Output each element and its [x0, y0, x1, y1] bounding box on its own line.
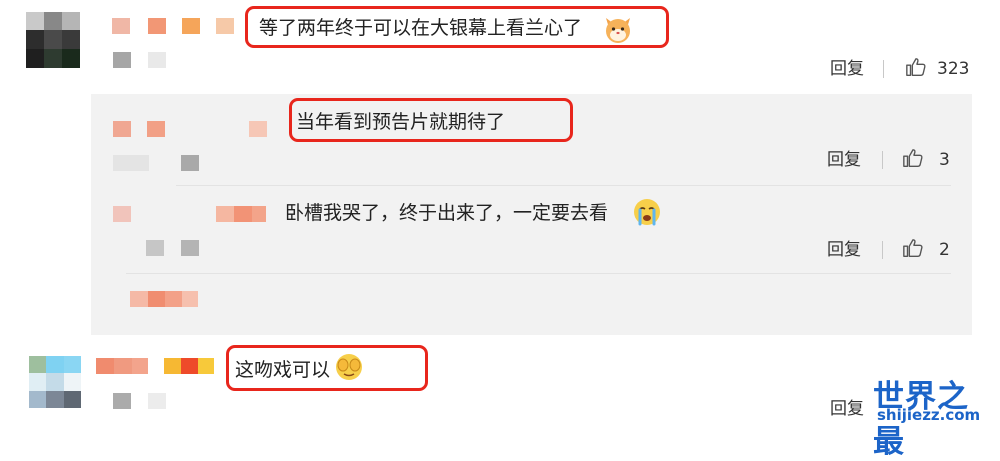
- thumbs-up-icon[interactable]: [905, 56, 927, 78]
- timestamp: [113, 393, 173, 409]
- like-count: 2: [939, 240, 950, 260]
- thumbs-up-icon[interactable]: [902, 237, 924, 259]
- thumbs-up-icon[interactable]: [902, 147, 924, 169]
- reply-timestamp: [113, 155, 203, 171]
- watermark-url: shijiezz.com: [877, 406, 981, 424]
- more-replies-link[interactable]: [130, 291, 200, 307]
- separator: [882, 151, 883, 169]
- avatar[interactable]: [29, 356, 81, 408]
- covering-eyes-face-icon: [336, 354, 362, 380]
- reply-button[interactable]: 回复: [827, 149, 861, 171]
- avatar[interactable]: [26, 12, 80, 68]
- username[interactable]: [96, 358, 226, 374]
- reply-text: 当年看到预告片就期待了: [296, 111, 506, 133]
- divider: [176, 185, 951, 186]
- divider: [126, 273, 951, 274]
- crying-face-icon: [634, 199, 660, 226]
- like-count: 323: [937, 59, 970, 79]
- comment-text: 这吻戏可以: [235, 359, 331, 381]
- timestamp: [113, 52, 173, 70]
- comment-text: 等了两年终于可以在大银幕上看兰心了: [259, 17, 583, 39]
- reply-username[interactable]: [113, 121, 273, 137]
- reply-button[interactable]: 回复: [830, 58, 864, 80]
- separator: [883, 60, 884, 78]
- separator: [882, 241, 883, 259]
- reply-text: 卧槽我哭了，终于出来了，一定要去看: [285, 202, 609, 224]
- reply-button[interactable]: 回复: [830, 398, 864, 420]
- reply-timestamp: [146, 240, 206, 256]
- reply-username[interactable]: [113, 206, 273, 222]
- cat-face-icon: [606, 18, 630, 43]
- like-count: 3: [939, 150, 950, 170]
- reply-button[interactable]: 回复: [827, 239, 861, 261]
- username[interactable]: [112, 18, 252, 34]
